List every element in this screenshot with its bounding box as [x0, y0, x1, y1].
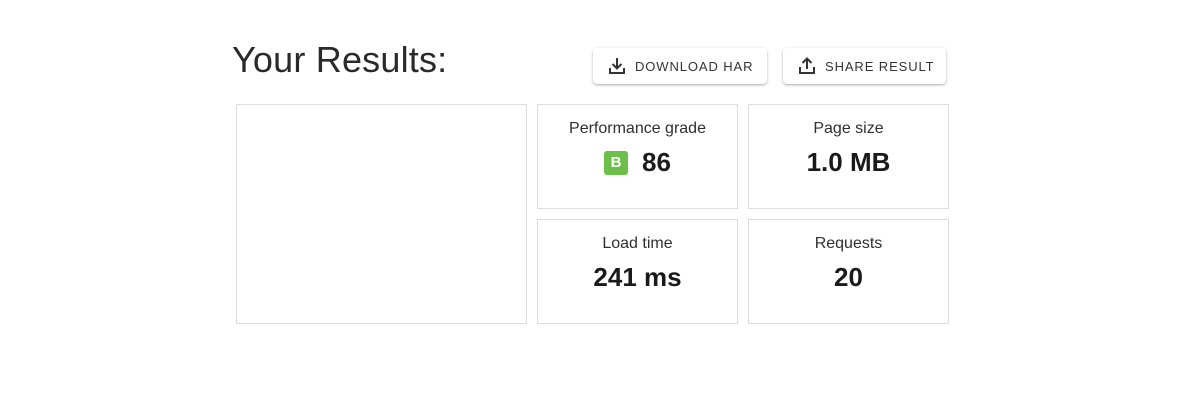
performance-grade-label: Performance grade: [569, 120, 706, 137]
page-size-card: Page size 1.0 MB: [748, 104, 949, 209]
download-har-label: DOWNLOAD HAR: [635, 58, 754, 74]
requests-card: Requests 20: [748, 219, 949, 324]
page-title: Your Results:: [232, 39, 448, 80]
download-icon: [607, 56, 627, 76]
performance-grade-value: B 86: [538, 147, 737, 178]
download-har-button[interactable]: DOWNLOAD HAR: [593, 48, 767, 84]
share-result-button[interactable]: SHARE RESULT: [783, 48, 946, 84]
load-time-label: Load time: [602, 235, 673, 252]
page-screenshot-preview: [236, 104, 527, 324]
performance-grade-card: Performance grade B 86: [537, 104, 738, 209]
grade-badge: B: [604, 150, 629, 175]
load-time-value: 241 ms: [593, 262, 682, 292]
share-result-label: SHARE RESULT: [825, 58, 935, 74]
load-time-card: Load time 241 ms: [537, 219, 738, 324]
share-upload-icon: [797, 56, 817, 76]
requests-label: Requests: [814, 235, 883, 252]
performance-score: 86: [642, 147, 671, 177]
page-size-value: 1.0 MB: [806, 147, 891, 177]
page-size-label: Page size: [813, 120, 884, 137]
requests-value: 20: [834, 262, 863, 292]
results-page: Your Results: DOWNLOAD HAR SHARE RESULT …: [0, 0, 1188, 406]
